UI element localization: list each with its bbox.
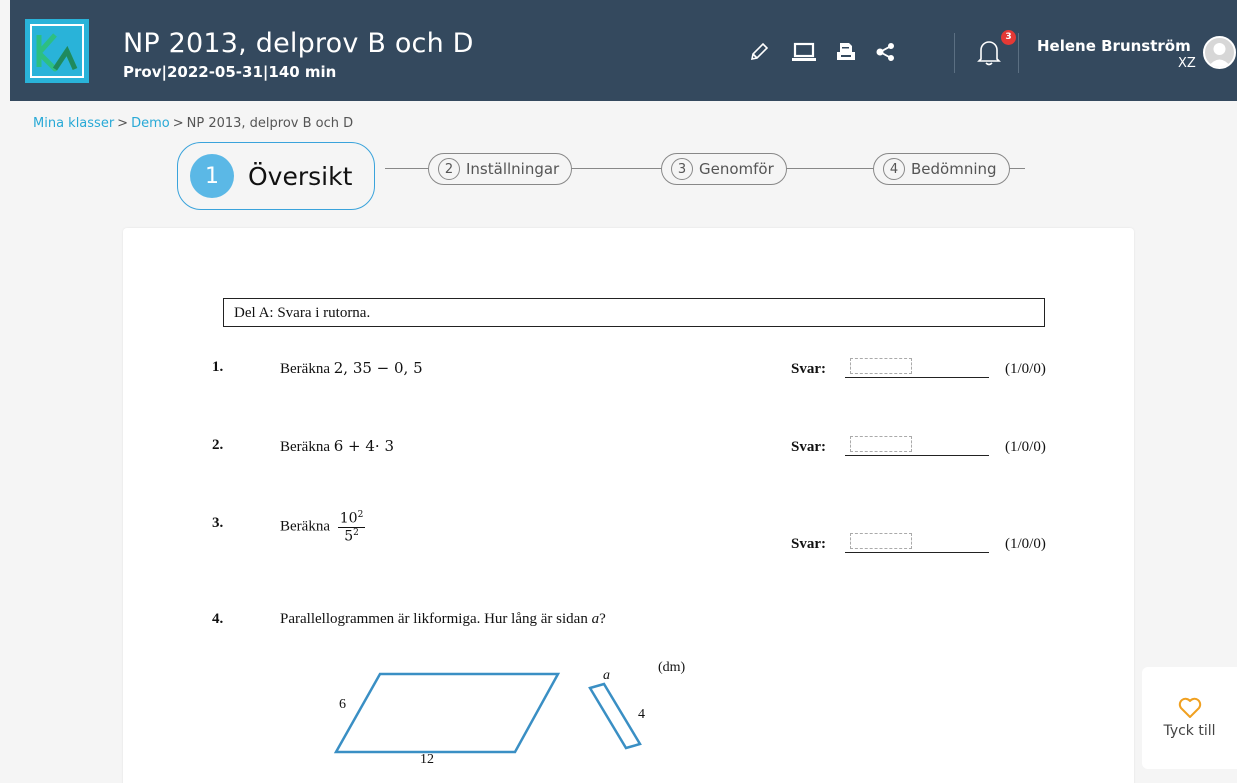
- answer-label: Svar:: [791, 439, 826, 455]
- breadcrumb-link-classes[interactable]: Mina klasser: [33, 116, 114, 131]
- breadcrumb-separator: >: [117, 116, 129, 131]
- step-conduct[interactable]: 3 Genomför: [661, 153, 787, 185]
- test-document: Del A: Svara i rutorna. 1. Beräkna 2, 35…: [123, 228, 1134, 783]
- notification-badge: 3: [1001, 30, 1016, 45]
- question-text: Parallellogrammen är likformiga. Hur lån…: [280, 611, 606, 628]
- side-label-4: 4: [638, 707, 645, 722]
- step-label: Översikt: [248, 161, 353, 191]
- side-label-a: a: [603, 668, 610, 683]
- print-icon[interactable]: [832, 38, 860, 66]
- side-label-6: 6: [339, 697, 346, 712]
- question-number: 1.: [212, 359, 224, 375]
- user-name[interactable]: Helene Brunström: [1037, 37, 1191, 55]
- question-text: Beräkna 6 + 4· 3: [280, 437, 394, 456]
- question-text: Beräkna 2, 35 − 0, 5: [280, 359, 423, 378]
- app-header: NP 2013, delprov B och D Prov|2022-05-31…: [10, 0, 1237, 101]
- feedback-label: Tyck till: [1163, 723, 1216, 739]
- question-points: (1/0/0): [1005, 536, 1046, 552]
- answer-input[interactable]: [850, 358, 912, 374]
- logo-icon: [25, 19, 89, 83]
- answer-input[interactable]: [850, 436, 912, 452]
- question-number: 2.: [212, 437, 224, 453]
- question-number: 3.: [212, 515, 224, 531]
- question-suffix: ?: [599, 611, 606, 627]
- question-points: (1/0/0): [1005, 361, 1046, 377]
- breadcrumb-current: NP 2013, delprov B och D: [186, 116, 354, 131]
- question-points: (1/0/0): [1005, 439, 1046, 455]
- pencil-icon[interactable]: [745, 38, 773, 66]
- large-parallelogram: [333, 672, 561, 754]
- question-number: 4.: [212, 611, 224, 627]
- answer-line: [845, 377, 989, 378]
- base-label-12: 12: [420, 752, 434, 767]
- question-math: 2, 35 − 0, 5: [333, 359, 423, 377]
- step-number: 1: [190, 154, 234, 198]
- app-logo[interactable]: [25, 19, 89, 83]
- bell-icon[interactable]: [975, 38, 1003, 66]
- denominator-exponent: 2: [353, 527, 359, 538]
- step-overview[interactable]: 1 Översikt: [177, 142, 376, 210]
- step-number: 2: [438, 158, 460, 180]
- small-parallelogram: [588, 682, 642, 750]
- step-number: 3: [671, 158, 693, 180]
- question-prefix: Beräkna: [280, 518, 330, 535]
- question-variable: a: [591, 611, 600, 627]
- test-info: Prov|2022-05-31|140 min: [123, 63, 337, 81]
- question-prefix: Parallellogrammen är likformiga. Hur lån…: [280, 611, 592, 627]
- laptop-icon[interactable]: [790, 38, 818, 66]
- question-text: Beräkna 102 52: [280, 510, 366, 545]
- answer-label: Svar:: [791, 361, 826, 377]
- question-prefix: Beräkna: [280, 361, 330, 377]
- avatar[interactable]: [1203, 36, 1236, 69]
- fraction-numerator: 10: [339, 510, 358, 527]
- share-icon[interactable]: [872, 38, 900, 66]
- step-settings[interactable]: 2 Inställningar: [428, 153, 573, 185]
- answer-label: Svar:: [791, 536, 826, 552]
- user-initials: XZ: [1178, 56, 1196, 71]
- step-label: Inställningar: [466, 160, 560, 178]
- answer-line: [845, 455, 989, 456]
- section-heading: Del A: Svara i rutorna.: [223, 298, 1045, 327]
- heart-icon: [1178, 697, 1201, 718]
- question-math: 6 + 4· 3: [333, 437, 395, 455]
- unit-label: (dm): [658, 660, 686, 675]
- step-label: Bedömning: [911, 160, 997, 178]
- breadcrumb-separator: >: [172, 116, 184, 131]
- breadcrumb: Mina klasser > Demo > NP 2013, delprov B och…: [33, 116, 353, 131]
- parallelogram-figure: 6 12 a 4 (dm): [328, 660, 685, 775]
- user-icon: [1208, 43, 1231, 67]
- header-divider: [1018, 33, 1019, 73]
- fraction: 102 52: [337, 510, 366, 545]
- feedback-button[interactable]: Tyck till: [1142, 667, 1237, 769]
- question-prefix: Beräkna: [280, 439, 330, 455]
- step-label: Genomför: [699, 160, 774, 178]
- page-title: NP 2013, delprov B och D: [123, 28, 474, 59]
- breadcrumb-link-demo[interactable]: Demo: [131, 116, 170, 131]
- header-divider: [954, 33, 955, 73]
- step-number: 4: [883, 158, 905, 180]
- answer-line: [845, 552, 989, 553]
- numerator-exponent: 2: [357, 510, 364, 520]
- answer-input[interactable]: [850, 533, 912, 549]
- fraction-denominator: 5: [344, 528, 354, 545]
- step-assessment[interactable]: 4 Bedömning: [873, 153, 1010, 185]
